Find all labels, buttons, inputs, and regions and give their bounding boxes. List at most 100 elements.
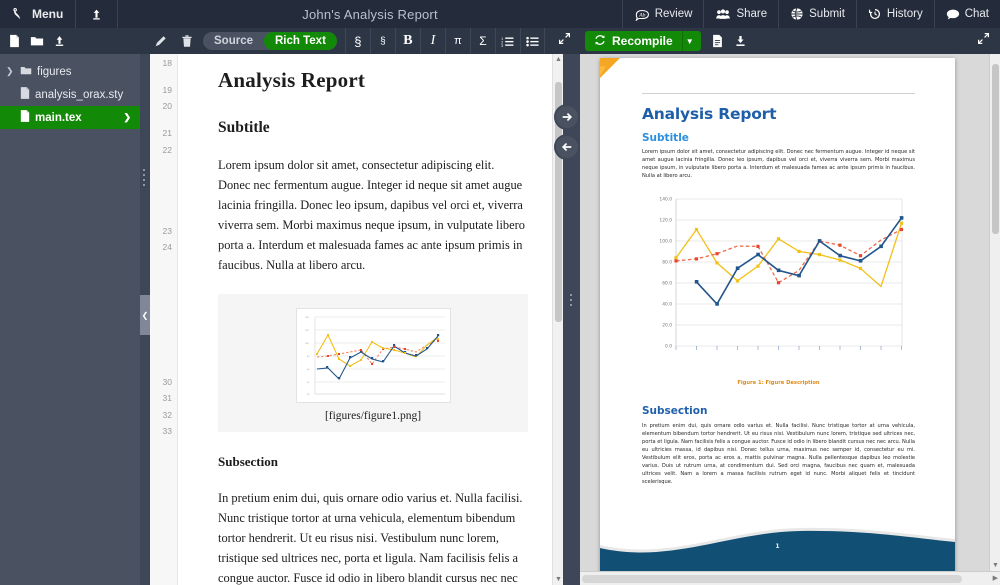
pdf-preview-pane[interactable]: Analysis Report Subtitle Lorem ipsum dol… (580, 54, 1000, 585)
splitter-forward-button[interactable] (554, 104, 580, 130)
recompile-options-caret[interactable]: ▼ (681, 31, 701, 51)
splitter-grip-dots (570, 294, 572, 309)
chevron-right-icon[interactable]: ❯ (6, 66, 15, 77)
download-icon[interactable] (734, 34, 747, 48)
svg-text:Ab: Ab (638, 12, 645, 18)
italic-button[interactable]: I (419, 28, 445, 54)
rename-pencil-icon[interactable] (154, 35, 167, 48)
file-tree-label: figures (37, 65, 72, 78)
chat-button[interactable]: Chat (933, 0, 1000, 28)
pdf-hscroll-thumb[interactable] (582, 575, 962, 583)
scroll-down-arrow-icon[interactable]: ▼ (555, 576, 562, 583)
file-tree-label: main.tex (35, 111, 82, 124)
history-label: History (886, 8, 923, 20)
document-subtitle: Subtitle (218, 119, 270, 136)
pdf-paragraph-1: Lorem ipsum dolor sit amet, consectetur … (642, 149, 915, 179)
ytick-20: 20.0 (662, 323, 672, 329)
figure-path-caption: [figures/figure1.png] (324, 409, 422, 422)
document-paragraph-1: Lorem ipsum dolor sit amet, consectetur … (218, 158, 525, 273)
review-ab-icon: Ab (634, 8, 650, 21)
pane-splitter[interactable] (554, 54, 580, 585)
pdf-subsection-heading: Subsection (642, 405, 708, 417)
subsection-button[interactable]: § (369, 28, 395, 54)
line-number: 20 (162, 101, 172, 111)
scroll-up-arrow-icon[interactable]: ▲ (555, 56, 562, 63)
corner-fold-decoration (600, 58, 628, 102)
overleaf-editor-app: Menu John's Analysis Report Ab Review Sh… (0, 0, 1000, 585)
editor-scrollbar[interactable]: ▲ ▼ (552, 54, 563, 585)
publish-upload-button[interactable] (76, 0, 119, 28)
compile-toolbar: Recompile ▼ (580, 28, 1000, 54)
pdf-paragraph-2: In pretium enim dui, quis ornare odio va… (642, 423, 915, 485)
history-button[interactable]: History (855, 0, 934, 28)
pdf-page-number: 1 (775, 543, 780, 550)
file-tree-item-main-tex[interactable]: main.tex ❯ (0, 106, 140, 129)
share-label: Share (736, 8, 768, 20)
editor-document[interactable]: Analysis Report Subtitle Lorem ipsum dol… (178, 54, 563, 585)
menu-button[interactable]: Menu (0, 0, 77, 28)
pdf-scroll-down-arrow-icon[interactable]: ▼ (992, 562, 999, 569)
figure-placeholder-block[interactable]: 140 120 100 80 60 40 20 [figures/figure1.png… (218, 293, 528, 432)
mode-toggle[interactable]: Source Rich Text (203, 32, 337, 50)
pdf-file-icon[interactable] (711, 34, 724, 48)
pdf-horizontal-scrollbar[interactable]: ▶ (580, 571, 1000, 585)
document-paragraph-2: In pretium enim dui, quis ornare odio va… (218, 490, 523, 585)
source-mode-tab[interactable]: Source (203, 32, 264, 50)
file-tree-sidebar: ❯ figures analysis_orax.sty main.tex ❯ (0, 54, 140, 585)
line-number: 18 (162, 58, 172, 68)
file-icon (20, 110, 30, 125)
splitter-back-button[interactable] (554, 134, 580, 160)
chat-label: Chat (964, 8, 989, 20)
new-file-icon[interactable] (8, 34, 21, 48)
new-folder-icon[interactable] (30, 34, 44, 48)
overleaf-logo-icon (12, 7, 26, 21)
file-tree-item-figures[interactable]: ❯ figures (0, 60, 140, 83)
rich-text-mode-tab[interactable]: Rich Text (264, 32, 337, 50)
submit-button[interactable]: Submit (778, 0, 856, 28)
file-tree-item-analysis-sty[interactable]: analysis_orax.sty (0, 83, 140, 106)
recompile-label: Recompile (612, 34, 673, 48)
sidebar-collapse-button[interactable]: ❮ (140, 295, 150, 335)
rich-text-editor[interactable]: 18 19 20 21 22 23 24 30 31 32 33 Analysi… (150, 54, 563, 585)
pdf-subtitle: Subtitle (642, 132, 689, 144)
trash-icon[interactable] (181, 34, 193, 48)
project-title: John's Analysis Report (302, 6, 438, 22)
line-number: 32 (162, 410, 172, 420)
line-number: 24 (162, 242, 172, 252)
pdf-vertical-scrollbar[interactable]: ▼ (989, 54, 1000, 571)
editor-expand-button[interactable] (558, 32, 571, 50)
recompile-button[interactable]: Recompile (585, 31, 682, 51)
bold-button[interactable]: B (394, 28, 420, 54)
share-button[interactable]: Share (703, 0, 778, 28)
ytick-120: 120.0 (659, 218, 672, 224)
footer-wave-decoration (600, 501, 955, 573)
numbered-list-button[interactable]: 123 (494, 28, 520, 54)
pdf-page: Analysis Report Subtitle Lorem ipsum dol… (600, 58, 955, 573)
pdf-expand-button[interactable] (977, 32, 990, 50)
pdf-figure-chart: 140.0 120.0 100.0 80.0 60.0 40.0 20.0 0.… (652, 193, 910, 365)
globe-icon (790, 7, 804, 21)
pdf-figure-caption: Figure 1: Figure Description (737, 380, 820, 386)
bullet-list-button[interactable] (519, 28, 545, 54)
upload-file-icon[interactable] (53, 34, 66, 48)
file-icon (20, 87, 30, 102)
header-rule (642, 93, 915, 94)
pdf-scroll-right-arrow-icon[interactable]: ▶ (993, 574, 998, 582)
line-number-gutter: 18 19 20 21 22 23 24 30 31 32 33 (150, 54, 178, 585)
ytick-0: 0.0 (665, 344, 672, 350)
pdf-scroll-thumb[interactable] (992, 64, 999, 234)
review-button[interactable]: Ab Review (621, 0, 704, 28)
ytick-60: 60.0 (662, 281, 672, 287)
svg-text:3: 3 (502, 43, 504, 46)
line-number: 33 (162, 426, 172, 436)
line-number: 22 (162, 145, 172, 155)
file-actions-group (0, 28, 148, 54)
history-clock-icon (868, 7, 882, 21)
display-math-button[interactable]: Σ (469, 28, 495, 54)
figure-thumbnail: 140 120 100 80 60 40 20 (295, 307, 451, 403)
chevron-down-icon[interactable]: ❯ (123, 112, 131, 123)
line-number: 31 (162, 393, 172, 403)
inline-math-button[interactable]: π (444, 28, 470, 54)
line-number: 23 (162, 226, 172, 236)
section-button[interactable]: § (344, 28, 370, 54)
